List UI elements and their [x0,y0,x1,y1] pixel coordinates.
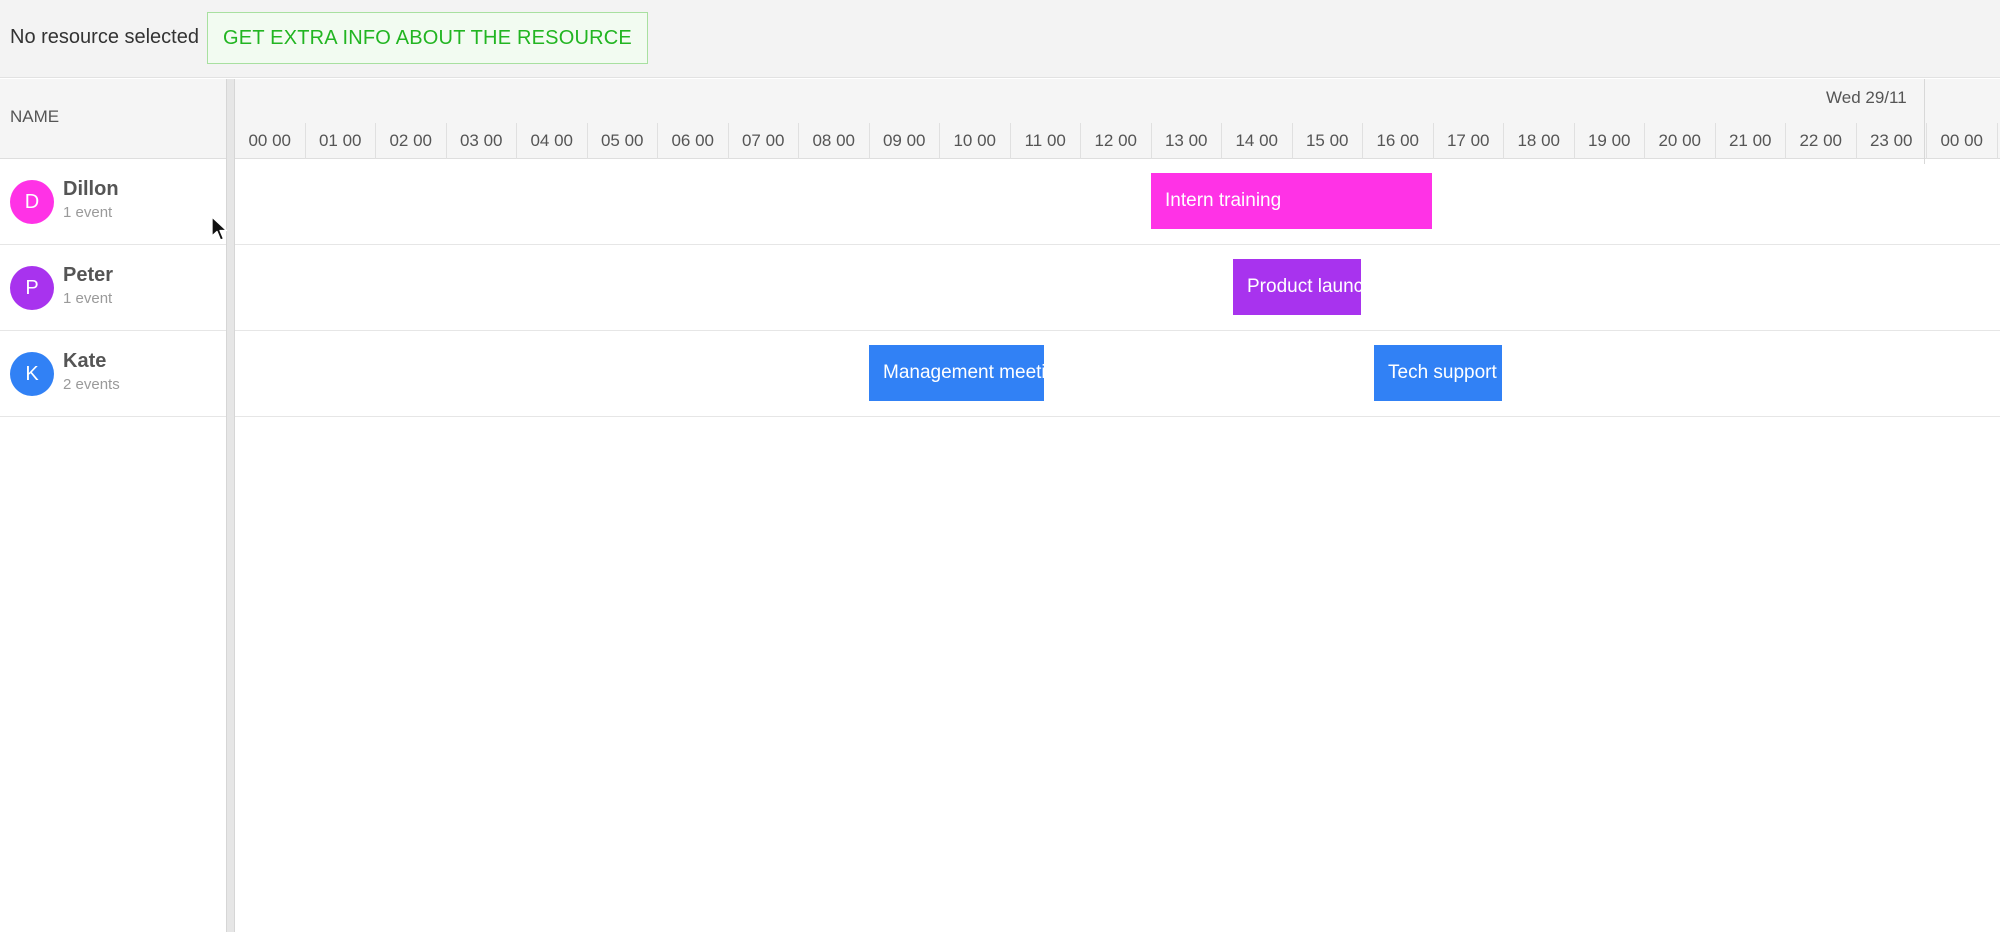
timeline-row-peter[interactable]: Product launch [235,245,2000,331]
hour-header-cell: 21 00 [1716,123,1786,159]
hour-header-cell: 15 00 [1293,123,1363,159]
hour-header-cell: 16 00 [1363,123,1434,159]
resource-event-count: 1 event [63,204,113,221]
hour-header-cell: 18 00 [1504,123,1575,159]
hour-header-cell: 17 00 [1434,123,1504,159]
column-splitter[interactable] [226,79,235,932]
resource-row-kate[interactable]: K Kate 2 events [0,331,226,417]
hour-header-cell: 08 00 [799,123,870,159]
selection-status: No resource selected [10,26,199,48]
resource-column-header[interactable]: NAME [0,79,226,159]
event-intern-training[interactable]: Intern training [1151,173,1432,229]
hour-header-cell: 05 00 [588,123,658,159]
hour-header-cell: 12 00 [1081,123,1152,159]
timeline-row-kate[interactable]: Management meeting Tech support meeting [235,331,2000,417]
avatar: P [10,266,54,310]
mouse-pointer-icon [211,216,228,241]
avatar: D [10,180,54,224]
hour-header-cell: 06 00 [658,123,729,159]
toolbar: No resource selected GET EXTRA INFO ABOU… [0,0,2000,78]
event-management-meeting[interactable]: Management meeting [869,345,1044,401]
resource-column: NAME D Dillon 1 event P Peter 1 event K … [0,79,226,932]
hour-header-cell: 20 00 [1645,123,1716,159]
event-tech-support[interactable]: Tech support meeting [1374,345,1502,401]
event-product-launch[interactable]: Product launch [1233,259,1361,315]
hour-header-cell: 00 00 [1927,123,1998,159]
get-extra-info-button[interactable]: GET EXTRA INFO ABOUT THE RESOURCE [207,12,648,64]
day-label: Wed 29/11 [1826,88,1907,107]
resource-event-count: 1 event [63,290,113,307]
resource-name: Dillon [63,178,119,200]
hour-header-cell: 14 00 [1222,123,1293,159]
timeline-row-dillon[interactable]: Intern training [235,159,2000,245]
resource-name: Peter [63,264,114,286]
hour-header-cell: 22 00 [1786,123,1857,159]
resource-row-dillon[interactable]: D Dillon 1 event [0,159,226,245]
hour-header-cell: 03 00 [447,123,517,159]
hour-header-cell: 07 00 [729,123,799,159]
resource-event-count: 2 events [63,376,120,393]
resource-name: Kate [63,350,107,372]
name-column-label: NAME [10,107,60,126]
hour-header-cell: 10 00 [940,123,1011,159]
hour-header-cell: 00 00 [235,123,306,159]
hour-header-cell: 13 00 [1152,123,1222,159]
hour-header-cell: 09 00 [870,123,940,159]
resource-row-peter[interactable]: P Peter 1 event [0,245,226,331]
timeline: Wed 29/11 00 00 01 00 02 00 03 00 04 00 … [235,79,2000,932]
timeline-header: Wed 29/11 00 00 01 00 02 00 03 00 04 00 … [235,79,2000,164]
hour-header-cell: 02 00 [376,123,447,159]
avatar: K [10,352,54,396]
hour-header-cell: 19 00 [1575,123,1645,159]
hour-header-cell: 04 00 [517,123,588,159]
hour-header-cell: 11 00 [1011,123,1081,159]
hour-header-cell: 01 00 [306,123,376,159]
hour-header-cell: 23 00 [1857,123,1927,159]
